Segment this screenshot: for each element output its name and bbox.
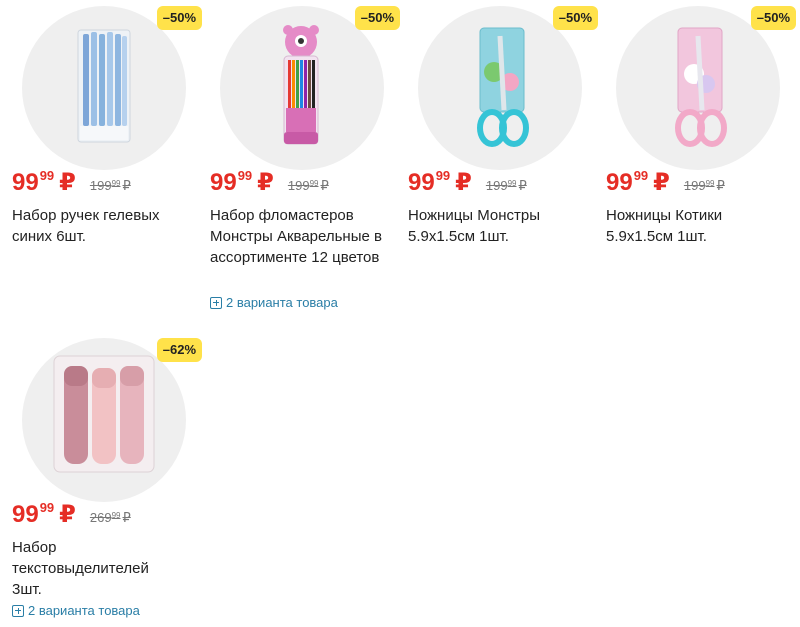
product-title[interactable]: Набор фломастеров Монстры Акварельные в …: [210, 205, 395, 268]
old-price: 19999 ₽: [89, 178, 131, 193]
price-row: 9999 ₽ 19999 ₽: [408, 168, 527, 197]
product-image-gel-pens: [77, 29, 131, 143]
product-card[interactable]: –50% 9999 ₽ 19999 ₽ Набор ручек гелевых с…: [12, 2, 202, 245]
variants-link[interactable]: 2 варианта товара: [12, 603, 140, 618]
discount-badge: –50%: [750, 6, 796, 30]
product-title[interactable]: Набор ручек гелевых синих 6шт.: [12, 205, 197, 247]
discount-badge: –50%: [156, 6, 202, 30]
product-image-area[interactable]: –62%: [12, 334, 202, 502]
old-price: 26999 ₽: [89, 510, 131, 525]
plus-square-icon: [12, 604, 24, 617]
product-card[interactable]: –50% 9999 ₽ 19999 ₽ Ножницы Монстры 5.9x1…: [408, 2, 598, 245]
product-card[interactable]: –62% 9999 ₽ 26999 ₽ Набор текстовыделител…: [12, 334, 202, 618]
current-price: 9999: [12, 500, 55, 528]
product-title[interactable]: Набор текстовыделителей 3шт.: [12, 537, 172, 600]
discount-badge: –50%: [354, 6, 400, 30]
plus-square-icon: [210, 296, 222, 309]
product-title[interactable]: Ножницы Котики 5.9x1.5см 1шт.: [606, 205, 791, 247]
currency-sign: ₽: [455, 169, 472, 196]
discount-badge: –62%: [156, 338, 202, 362]
price-row: 9999 ₽ 19999 ₽: [606, 168, 725, 197]
old-price: 19999 ₽: [287, 178, 329, 193]
product-image-scissors-monsters: [477, 27, 529, 147]
current-price: 9999: [12, 168, 55, 196]
old-price: 19999 ₽: [485, 178, 527, 193]
currency-sign: ₽: [59, 501, 76, 528]
price-row: 9999 ₽ 19999 ₽: [210, 168, 329, 197]
current-price: 9999: [210, 168, 253, 196]
product-card[interactable]: –50% 9999 ₽ 19999 ₽ Ножницы Котики 5.9x1.…: [606, 2, 796, 245]
variants-label: 2 варианта товара: [28, 603, 140, 618]
old-price: 19999 ₽: [683, 178, 725, 193]
product-image-area[interactable]: –50%: [408, 2, 598, 170]
product-card[interactable]: –50% 9999 ₽ 19999 ₽ Набор фломастеров Мон…: [210, 2, 400, 310]
product-image-scissors-cats: [675, 27, 727, 147]
current-price: 9999: [408, 168, 451, 196]
price-row: 9999 ₽ 26999 ₽: [12, 500, 131, 529]
product-image-area[interactable]: –50%: [606, 2, 796, 170]
currency-sign: ₽: [257, 169, 274, 196]
price-row: 9999 ₽ 19999 ₽: [12, 168, 131, 197]
currency-sign: ₽: [653, 169, 670, 196]
product-image-area[interactable]: –50%: [210, 2, 400, 170]
product-image-markers: [283, 25, 319, 145]
product-title[interactable]: Ножницы Монстры 5.9x1.5см 1шт.: [408, 205, 593, 247]
variants-label: 2 варианта товара: [226, 295, 338, 310]
currency-sign: ₽: [59, 169, 76, 196]
product-image-highlighters: [53, 355, 155, 473]
discount-badge: –50%: [552, 6, 598, 30]
product-image-area[interactable]: –50%: [12, 2, 202, 170]
current-price: 9999: [606, 168, 649, 196]
variants-link[interactable]: 2 варианта товара: [210, 295, 338, 310]
